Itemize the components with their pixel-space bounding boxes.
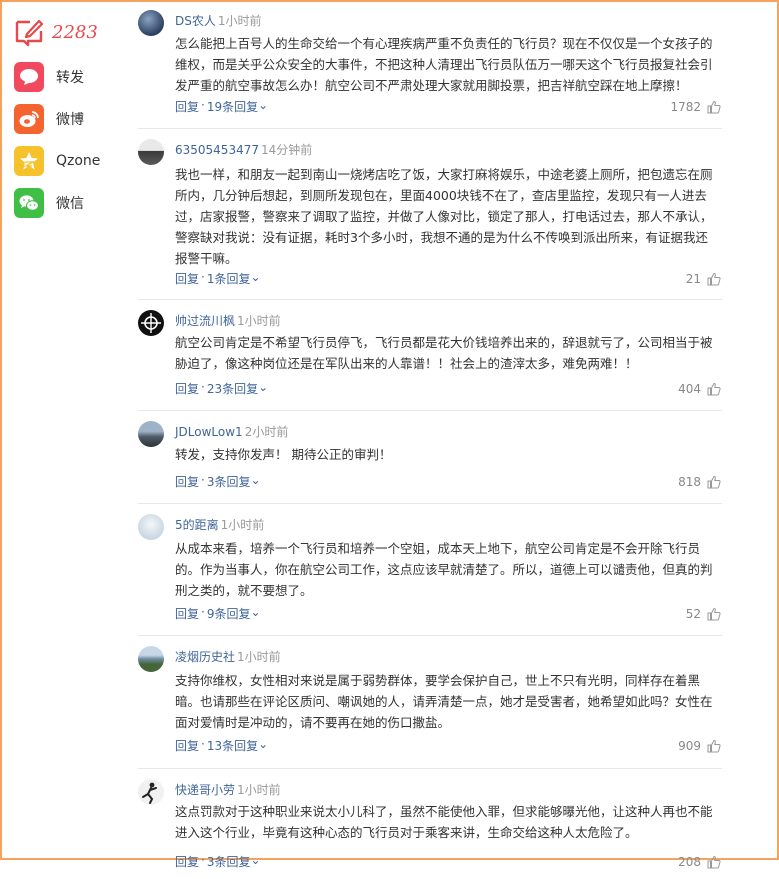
comment-time: 1小时前 [220,518,265,532]
comment-footer: 回复 · 19条回复 ⌄ 1782 [175,98,721,115]
reply-button[interactable]: 回复 [175,605,199,622]
comment-username[interactable]: 63505453477 [175,143,259,157]
comment-username[interactable]: DS农人 [175,14,216,28]
comment-footer: 回复 · 9条回复 ⌄ 52 [175,605,721,622]
comment-username[interactable]: 5的距离 [175,518,219,532]
comment-username[interactable]: 快递哥小劳 [175,783,235,797]
comment-footer: 回复 · 23条回复 ⌄ 404 [175,380,721,397]
comment-username[interactable]: JDLowLow1 [175,425,243,439]
comment-time: 2小时前 [244,425,289,439]
thumbs-up-icon[interactable] [707,739,721,753]
chevron-down-icon[interactable]: ⌄ [250,605,260,622]
comment-footer: 回复 · 13条回复 ⌄ 909 [175,737,721,754]
share-forward-label: 转发 [56,70,84,86]
reply-button[interactable]: 回复 [175,270,199,287]
reply-button[interactable]: 回复 [175,473,199,490]
thumbs-up-icon[interactable] [707,100,721,114]
comment-text: 转发，支持你发声！ 期待公正的审判！ [175,447,392,462]
view-replies-link[interactable]: 1条回复 [207,270,251,287]
reply-button[interactable]: 回复 [175,380,199,397]
comment-text: 支持你维权，女性相对来说是属于弱势群体，要学会保护自己，世上不只有光明，同样存在… [175,673,713,730]
thumbs-up-icon[interactable] [707,382,721,396]
comment-footer: 回复 · 3条回复 ⌄ 208 [175,853,721,870]
view-replies-link[interactable]: 13条回复 [207,737,258,754]
avatar[interactable] [138,779,164,805]
like-count: 21 [685,271,701,286]
speech-bubble-icon [14,62,44,92]
comment-username[interactable]: 凌烟历史社 [175,650,235,664]
comment-item: DS农人 1小时前 怎么能把上百号人的生命交给一个有心理疾病严重不负责任的飞行员？… [138,0,722,129]
chevron-down-icon[interactable]: ⌄ [258,380,268,397]
like-count: 52 [685,606,701,621]
weibo-icon [14,104,44,134]
reply-button[interactable]: 回复 [175,737,199,754]
comment-time: 1小时前 [217,14,262,28]
share-qzone-button[interactable]: Qzone [14,146,114,176]
comment-edit-icon [14,17,44,47]
share-wechat-button[interactable]: 微信 [14,188,114,218]
thumbs-up-icon[interactable] [707,855,721,869]
view-replies-link[interactable]: 19条回复 [207,98,258,115]
avatar[interactable] [138,646,164,672]
comment-list: DS农人 1小时前 怎么能把上百号人的生命交给一个有心理疾病严重不负责任的飞行员？… [138,0,722,879]
view-replies-link[interactable]: 9条回复 [207,605,251,622]
share-weibo-button[interactable]: 微博 [14,104,114,134]
view-replies-link[interactable]: 3条回复 [207,473,251,490]
comment-footer: 回复 · 3条回复 ⌄ 818 [175,473,721,490]
like-count: 404 [678,381,701,396]
like-count: 1782 [670,99,701,114]
avatar[interactable] [138,421,164,447]
like-count: 909 [678,738,701,753]
chevron-down-icon[interactable]: ⌄ [250,853,260,870]
like-count: 818 [678,474,701,489]
view-replies-link[interactable]: 3条回复 [207,853,251,870]
comment-count-number: 2283 [52,21,98,43]
comment-time: 1小时前 [237,783,281,797]
comment-item: JDLowLow1 2小时前 转发，支持你发声！ 期待公正的审判！ 回复 · 3条回… [138,411,722,504]
chevron-down-icon[interactable]: ⌄ [258,737,268,754]
like-count: 208 [678,854,701,869]
avatar[interactable] [138,514,164,540]
comment-text: 从成本来看，培养一个飞行员和培养一个空姐，成本天上地下，航空公司肯定是不会开除飞… [175,541,713,598]
view-replies-link[interactable]: 23条回复 [207,380,258,397]
thumbs-up-icon[interactable] [707,475,721,489]
chevron-down-icon[interactable]: ⌄ [250,473,260,490]
comment-footer: 回复 · 1条回复 ⌄ 21 [175,270,721,287]
avatar[interactable] [138,310,164,336]
comment-time: 1小时前 [237,650,281,664]
comment-item: 5的距离 1小时前 从成本来看，培养一个飞行员和培养一个空姐，成本天上地下，航空公… [138,504,722,636]
thumbs-up-icon[interactable] [707,272,721,286]
comment-item: 快递哥小劳 1小时前 这点罚款对于这种职业来说太小儿科了，虽然不能使他入罪，但求能… [138,769,722,879]
comment-text: 航空公司肯定是不希望飞行员停飞，飞行员都是花大价钱培养出来的，辞退就亏了，公司相… [175,335,713,371]
share-wechat-label: 微信 [56,196,84,212]
reply-button[interactable]: 回复 [175,853,199,870]
share-qzone-label: Qzone [56,153,101,169]
comment-count[interactable]: 2283 [14,14,114,50]
qzone-star-icon [14,146,44,176]
comment-text: 怎么能把上百号人的生命交给一个有心理疾病严重不负责任的飞行员？现在不仅仅是一个女… [175,36,713,93]
thumbs-up-icon[interactable] [707,607,721,621]
comment-item: 帅过流川枫 1小时前 航空公司肯定是不希望飞行员停飞，飞行员都是花大价钱培养出来的… [138,300,722,411]
comment-time: 14分钟前 [260,143,313,157]
avatar[interactable] [138,10,164,36]
reply-button[interactable]: 回复 [175,98,199,115]
avatar[interactable] [138,139,164,165]
comment-item: 凌烟历史社 1小时前 支持你维权，女性相对来说是属于弱势群体，要学会保护自己，世上… [138,636,722,769]
wechat-icon [14,188,44,218]
comment-username[interactable]: 帅过流川枫 [175,314,235,328]
comment-item: 63505453477 14分钟前 我也一样，和朋友一起到南山一烧烤店吃了饭，大家… [138,129,722,300]
chevron-down-icon[interactable]: ⌄ [250,270,260,287]
comment-text: 这点罚款对于这种职业来说太小儿科了，虽然不能使他入罪，但求能够曝光他，让这种人再… [175,804,713,840]
share-forward-button[interactable]: 转发 [14,62,114,92]
comment-text: 我也一样，和朋友一起到南山一烧烤店吃了饭，大家打麻将娱乐，中途老婆上厕所，把包遗… [175,167,713,266]
share-sidebar: 2283 转发 微博 Qzone 微信 [14,14,114,218]
share-weibo-label: 微博 [56,112,84,128]
comment-time: 1小时前 [237,314,281,328]
chevron-down-icon[interactable]: ⌄ [258,98,268,115]
